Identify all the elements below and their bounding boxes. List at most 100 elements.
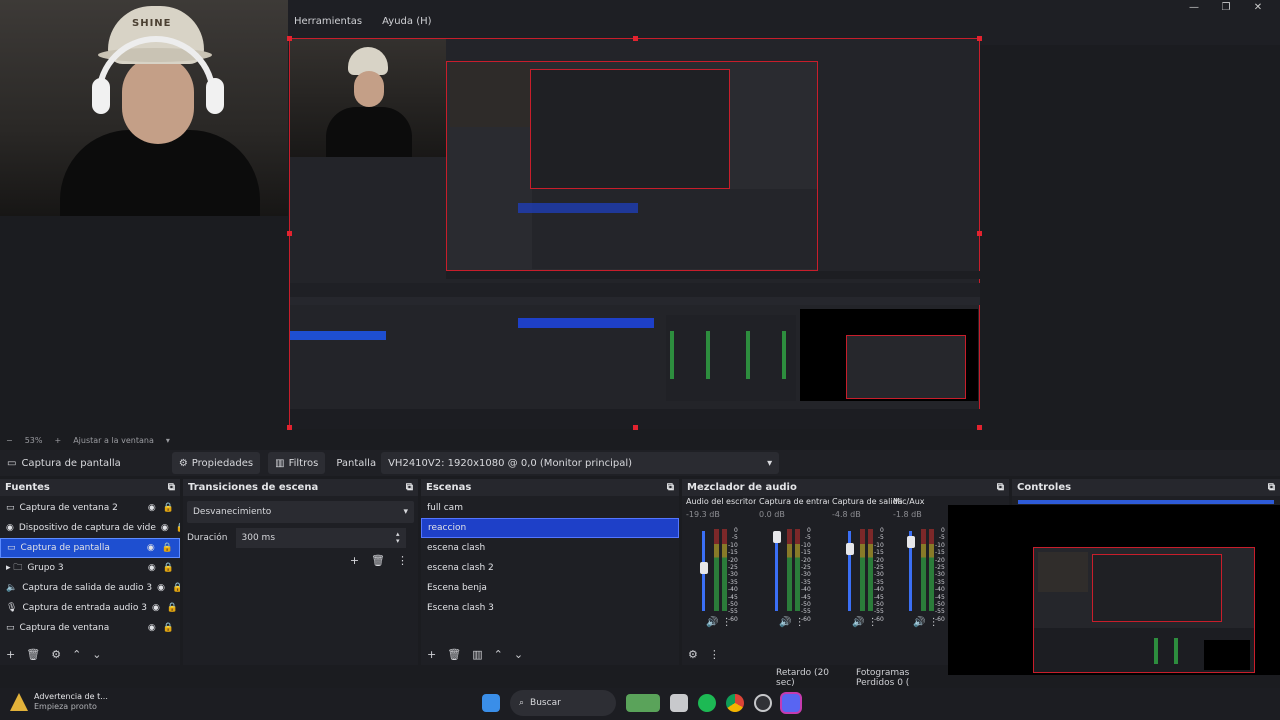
speaker-icon[interactable]: 🔊 (913, 617, 925, 628)
chevron-down-icon[interactable]: ▾ (166, 436, 170, 445)
move-up-icon[interactable]: ⌃ (494, 648, 503, 661)
eye-icon[interactable]: ◉ (147, 543, 155, 553)
trash-icon[interactable]: 🗑 (371, 554, 385, 567)
more-icon[interactable]: ⋮ (929, 617, 939, 628)
chrome-icon[interactable] (726, 694, 744, 712)
source-item[interactable]: ▸ 🗀 Grupo 3 ◉ 🔒 (0, 558, 180, 578)
properties-button[interactable]: ⚙ Propiedades (171, 452, 261, 474)
filters-button[interactable]: ▥ Filtros (268, 452, 326, 474)
taskbar-notification[interactable]: Advertencia de t... Empieza pronto (10, 692, 108, 712)
add-icon[interactable]: + (427, 648, 436, 661)
eye-icon[interactable]: ◉ (161, 523, 169, 533)
widgets-icon[interactable] (626, 694, 660, 712)
eye-icon[interactable]: ◉ (148, 563, 156, 573)
start-stream-button[interactable] (1018, 500, 1274, 504)
volume-slider[interactable] (772, 531, 781, 611)
speaker-icon[interactable]: 🔊 (852, 617, 864, 628)
eye-icon[interactable]: ◉ (152, 603, 160, 613)
volume-slider[interactable] (699, 531, 708, 611)
volume-slider[interactable] (845, 531, 854, 611)
level-meter (921, 529, 926, 611)
dock-undock-icon[interactable]: ⧉ (168, 482, 175, 493)
db-scale-tick: -10 (935, 541, 945, 549)
notification-sub: Empieza pronto (34, 702, 97, 711)
spotify-icon[interactable] (698, 694, 716, 712)
source-item[interactable]: 🔈 Captura de salida de audio 3 ◉ 🔒 (0, 578, 180, 598)
volume-knob[interactable] (699, 561, 708, 574)
trash-icon[interactable]: 🗑 (26, 648, 40, 661)
menu-herramientas[interactable]: Herramientas (290, 12, 366, 32)
volume-knob[interactable] (845, 543, 854, 556)
lock-icon[interactable]: 🔒 (163, 563, 174, 573)
dock-undock-icon[interactable]: ⧉ (1268, 482, 1275, 493)
move-up-icon[interactable]: ⌃ (72, 648, 81, 661)
scene-item[interactable]: full cam (421, 498, 679, 518)
scene-item[interactable]: Escena benja (421, 578, 679, 598)
spin-arrows-icon[interactable]: ▴ ▾ (396, 531, 400, 545)
dock-undock-icon[interactable]: ⧉ (997, 482, 1004, 493)
transition-select[interactable]: Desvanecimiento ▾ (187, 501, 414, 523)
volume-knob[interactable] (906, 536, 915, 549)
start-icon[interactable] (482, 694, 500, 712)
speaker-icon[interactable]: 🔊 (706, 617, 718, 628)
eye-icon[interactable]: ◉ (157, 583, 165, 593)
menu-ayuda[interactable]: Ayuda (H) (378, 12, 435, 32)
scene-item[interactable]: reaccion (421, 518, 679, 538)
volume-knob[interactable] (772, 531, 781, 543)
lock-icon[interactable]: 🔒 (167, 603, 178, 613)
trash-icon[interactable]: 🗑 (447, 648, 461, 661)
more-icon[interactable]: ⋮ (722, 617, 732, 628)
source-item[interactable]: 🎙 Captura de entrada audio 3 ◉ 🔒 (0, 598, 180, 618)
eye-icon[interactable]: ◉ (148, 623, 156, 633)
minimize-button[interactable]: — (1178, 0, 1210, 14)
program-preview[interactable] (287, 36, 982, 430)
lock-icon[interactable]: 🔒 (172, 583, 180, 593)
source-item[interactable]: ▭ Captura de ventana 2 ◉ 🔒 (0, 498, 180, 518)
add-icon[interactable]: + (6, 648, 15, 661)
lock-icon[interactable]: 🔒 (163, 623, 174, 633)
db-scale-tick: -15 (935, 549, 945, 557)
menu-bar: Herramientas Ayuda (H) (290, 12, 436, 32)
more-icon[interactable]: ⋮ (397, 554, 408, 567)
scene-item[interactable]: escena clash 2 (421, 558, 679, 578)
obs-icon[interactable] (754, 694, 772, 712)
eye-icon[interactable]: ◉ (148, 503, 156, 513)
more-icon[interactable]: ⋮ (795, 617, 805, 628)
move-down-icon[interactable]: ⌄ (514, 648, 523, 661)
mixer-settings-icon[interactable]: ⚙ (688, 648, 698, 661)
lock-icon[interactable]: 🔒 (176, 523, 180, 533)
move-down-icon[interactable]: ⌄ (92, 648, 101, 661)
mixer-title: Mezclador de audio (687, 482, 797, 493)
taskbar-search[interactable]: ⌕ Buscar (510, 690, 616, 716)
dock-undock-icon[interactable]: ⧉ (667, 482, 674, 493)
db-scale-tick: -35 (935, 578, 945, 586)
scene-item[interactable]: escena clash (421, 538, 679, 558)
gear-icon[interactable]: ⚙ (51, 648, 61, 661)
close-button[interactable]: ✕ (1242, 0, 1274, 14)
more-icon[interactable]: ⋮ (868, 617, 878, 628)
discord-icon[interactable] (782, 694, 800, 712)
duration-spinbox[interactable]: 300 ms ▴ ▾ (235, 528, 406, 548)
task-view-icon[interactable] (670, 694, 688, 712)
lock-icon[interactable]: 🔒 (163, 503, 174, 513)
scene-item[interactable]: Escena clash 3 (421, 598, 679, 618)
transitions-header: Transiciones de escena ⧉ (183, 479, 418, 496)
zoom-out-button[interactable]: − (6, 436, 13, 445)
speaker-icon[interactable]: 🔊 (779, 617, 791, 628)
channel-db: -19.3 dB (686, 510, 720, 519)
lock-icon[interactable]: 🔒 (162, 543, 173, 553)
source-item[interactable]: ◉ Dispositivo de captura de vide ◉ 🔒 (0, 518, 180, 538)
more-icon[interactable]: ⋮ (709, 648, 720, 661)
dock-undock-icon[interactable]: ⧉ (406, 482, 413, 493)
add-icon[interactable]: + (350, 554, 359, 567)
source-item[interactable]: ▭ Captura de ventana ◉ 🔒 (0, 618, 180, 638)
display-select[interactable]: VH2410V2: 1920x1080 @ 0,0 (Monitor princ… (381, 452, 780, 474)
volume-slider[interactable] (906, 531, 915, 611)
folder-icon: ▸ 🗀 (6, 563, 23, 573)
display-label: Pantalla (336, 457, 377, 469)
zoom-in-button[interactable]: + (54, 436, 61, 445)
maximize-button[interactable]: ❐ (1210, 0, 1242, 14)
filter-icon[interactable]: ▥ (472, 648, 482, 661)
fit-window-select[interactable]: Ajustar a la ventana (73, 436, 154, 445)
source-item[interactable]: ▭ Captura de pantalla ◉ 🔒 (0, 538, 180, 558)
